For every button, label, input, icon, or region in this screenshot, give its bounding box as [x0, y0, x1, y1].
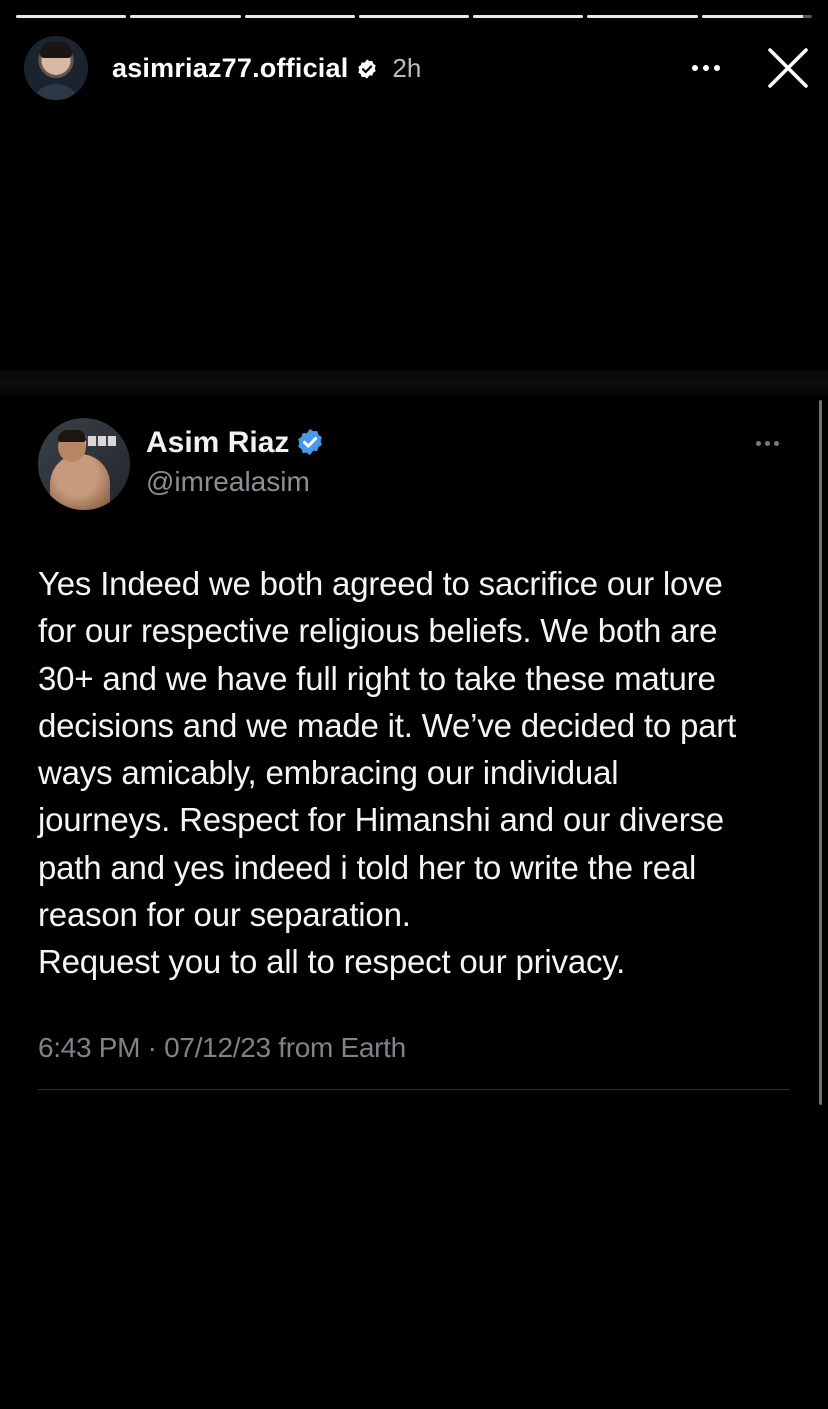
tweet-divider	[38, 1089, 790, 1090]
tweet-author-avatar	[38, 418, 130, 510]
story-progress-segment	[130, 15, 241, 18]
story-progress-segment	[244, 15, 355, 18]
tweet-timestamp: 6:43 PM · 07/12/23 from Earth	[38, 1032, 406, 1063]
close-icon[interactable]	[766, 46, 810, 90]
tweet-author-handle: @imrealasim	[146, 466, 310, 497]
story-progress-segment	[701, 15, 812, 18]
story-progress-segment	[473, 15, 584, 18]
story-username-text[interactable]: asimriaz77.official	[112, 53, 348, 83]
story-avatar[interactable]	[24, 36, 88, 100]
story-actions	[686, 46, 810, 90]
tweet-author-name: Asim Riaz	[146, 426, 325, 460]
story-progress-segment	[16, 15, 127, 18]
tweet-card: Asim Riaz @imrealasim Yes Indeed we both…	[0, 396, 828, 1106]
tweet-text: Yes Indeed we both agreed to sacrifice o…	[38, 565, 737, 981]
story-time-ago: 2h	[392, 52, 422, 83]
scrollbar	[819, 400, 822, 1105]
tweet-more-icon	[756, 436, 790, 450]
story-progress-segment	[587, 15, 698, 18]
tweet-author-name-text: Asim Riaz	[146, 426, 290, 459]
story-header: asimriaz77.official 2h	[24, 36, 810, 100]
verified-badge-icon	[358, 58, 377, 79]
more-horizontal-icon[interactable]	[686, 48, 726, 88]
verified-blue-badge-icon	[298, 428, 323, 456]
story-progress-segment	[358, 15, 470, 18]
story-progress-bar	[16, 15, 812, 19]
story-username[interactable]: asimriaz77.official	[112, 53, 378, 84]
section-divider-band	[0, 370, 828, 396]
